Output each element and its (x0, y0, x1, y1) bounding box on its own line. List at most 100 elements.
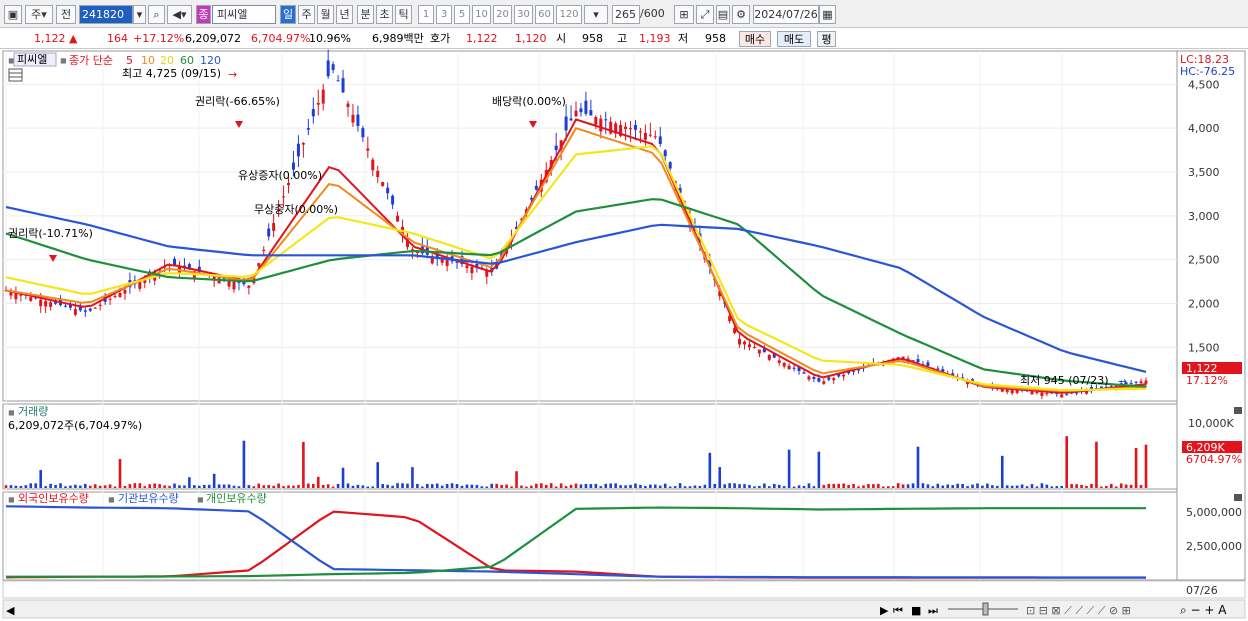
volume-bar (1070, 483, 1073, 488)
candle-body (93, 307, 97, 309)
volume-bar (693, 485, 697, 488)
price-y-tick: 4,000 (1188, 122, 1220, 135)
volume-bar (143, 486, 147, 488)
price-y-tick: 2,500 (1188, 254, 1220, 267)
candle-body (564, 116, 568, 131)
price-y-tick: 2,000 (1188, 298, 1220, 311)
volume-bar (1055, 486, 1059, 488)
candle-body (777, 360, 781, 363)
candle-body (1060, 394, 1064, 398)
scroll-left-icon[interactable]: ◀ (6, 604, 15, 617)
price-y-tick: 4,500 (1188, 78, 1220, 91)
volume-bar (64, 486, 67, 488)
candle-body (247, 285, 251, 288)
candle-body (787, 365, 791, 370)
volume-panel-close-icon[interactable] (1234, 407, 1242, 414)
volume-bar (604, 483, 608, 488)
candle-body (822, 381, 826, 384)
volume-bar (1040, 483, 1044, 488)
event-free-increase: 무상증자(0.00%) (254, 203, 338, 216)
candle-body (653, 136, 657, 138)
zoom-icons[interactable]: ⌕ − + A (1180, 603, 1227, 617)
candle-body (262, 249, 266, 251)
candle-body (445, 260, 449, 267)
tool-icons[interactable]: ⊡ ⊟ ⊠ ⟋ ⟋ ⟋ ⟋ ⊘ ⊞ (1026, 604, 1131, 617)
volume-bar (128, 484, 132, 488)
event-dividend: 배당락(0.00%) (492, 95, 566, 108)
zoom-slider-handle[interactable] (982, 602, 989, 616)
candle-body (629, 128, 633, 130)
holding-panel-close-icon[interactable] (1234, 494, 1242, 501)
candle-body (465, 265, 469, 269)
volume-bar (183, 485, 186, 488)
volume-bar (738, 484, 741, 488)
candle-body (782, 363, 786, 367)
volume-bar (1114, 486, 1118, 488)
candle-body (301, 143, 305, 145)
candle-body (321, 89, 325, 104)
volume-bar (961, 483, 964, 488)
candle-body (1129, 383, 1133, 385)
volume-bar (430, 484, 434, 488)
volume-bar (302, 441, 305, 488)
volume-bar (802, 485, 806, 488)
volume-bar (505, 484, 508, 488)
candle-body (470, 266, 474, 274)
candle-body (926, 362, 930, 367)
candle-body (916, 359, 920, 363)
volume-bar (544, 484, 548, 488)
volume-bar (138, 483, 142, 488)
candle-body (599, 118, 603, 132)
volume-bar (574, 483, 578, 488)
volume-bar (1015, 485, 1019, 488)
x-axis-bar (2, 580, 1246, 599)
volume-bar (986, 483, 989, 488)
volume-bar (495, 483, 498, 488)
volume-bar (658, 485, 662, 488)
volume-bar (867, 484, 870, 488)
rewind-icon[interactable]: ⏮ (893, 604, 903, 617)
high-annotation: 최고 4,725 (09/15) (122, 67, 221, 80)
candle-body (232, 281, 236, 290)
volume-bar (614, 483, 617, 488)
candle-body (361, 128, 365, 138)
volume-bar (267, 485, 270, 488)
volume-bar (366, 486, 370, 488)
volume-bar (34, 483, 38, 488)
candle-body (282, 196, 286, 198)
volume-bar (500, 484, 503, 488)
volume-bar (148, 484, 152, 488)
candle-body (1045, 393, 1049, 395)
candle-body (1040, 392, 1044, 396)
volume-bar (817, 451, 821, 488)
volume-bar (54, 484, 57, 488)
volume-bar (1050, 486, 1054, 488)
event-rights-2: 권리락(-10.71%) (8, 227, 93, 240)
volume-bar (668, 486, 672, 488)
table-toggle-icon[interactable] (8, 68, 23, 82)
candle-body (792, 367, 796, 369)
candle-body (817, 378, 821, 382)
volume-bar (331, 486, 335, 488)
candle-body (267, 228, 271, 237)
candle-body (83, 310, 87, 312)
volume-bar (232, 485, 236, 488)
play-icon[interactable]: ⏭ (928, 604, 938, 617)
candle-body (326, 60, 330, 77)
candle-body (757, 349, 761, 354)
stop-icon[interactable]: ■ (911, 604, 921, 617)
volume-bar (79, 485, 82, 488)
volume-bar (609, 483, 612, 488)
candle-body (807, 376, 811, 380)
volume-bar (663, 483, 667, 488)
candle-body (663, 150, 667, 157)
volume-bar (911, 483, 915, 488)
volume-bar (346, 483, 350, 488)
last-volume-pct-label: 6704.97% (1186, 453, 1242, 466)
volume-bar (768, 486, 771, 488)
candle-body (336, 80, 340, 82)
holding-bullet-icon: ◼ (8, 495, 15, 504)
candle-body (287, 183, 291, 186)
volume-bar (525, 486, 528, 488)
scroll-right-icon[interactable]: ▶ (880, 604, 889, 617)
